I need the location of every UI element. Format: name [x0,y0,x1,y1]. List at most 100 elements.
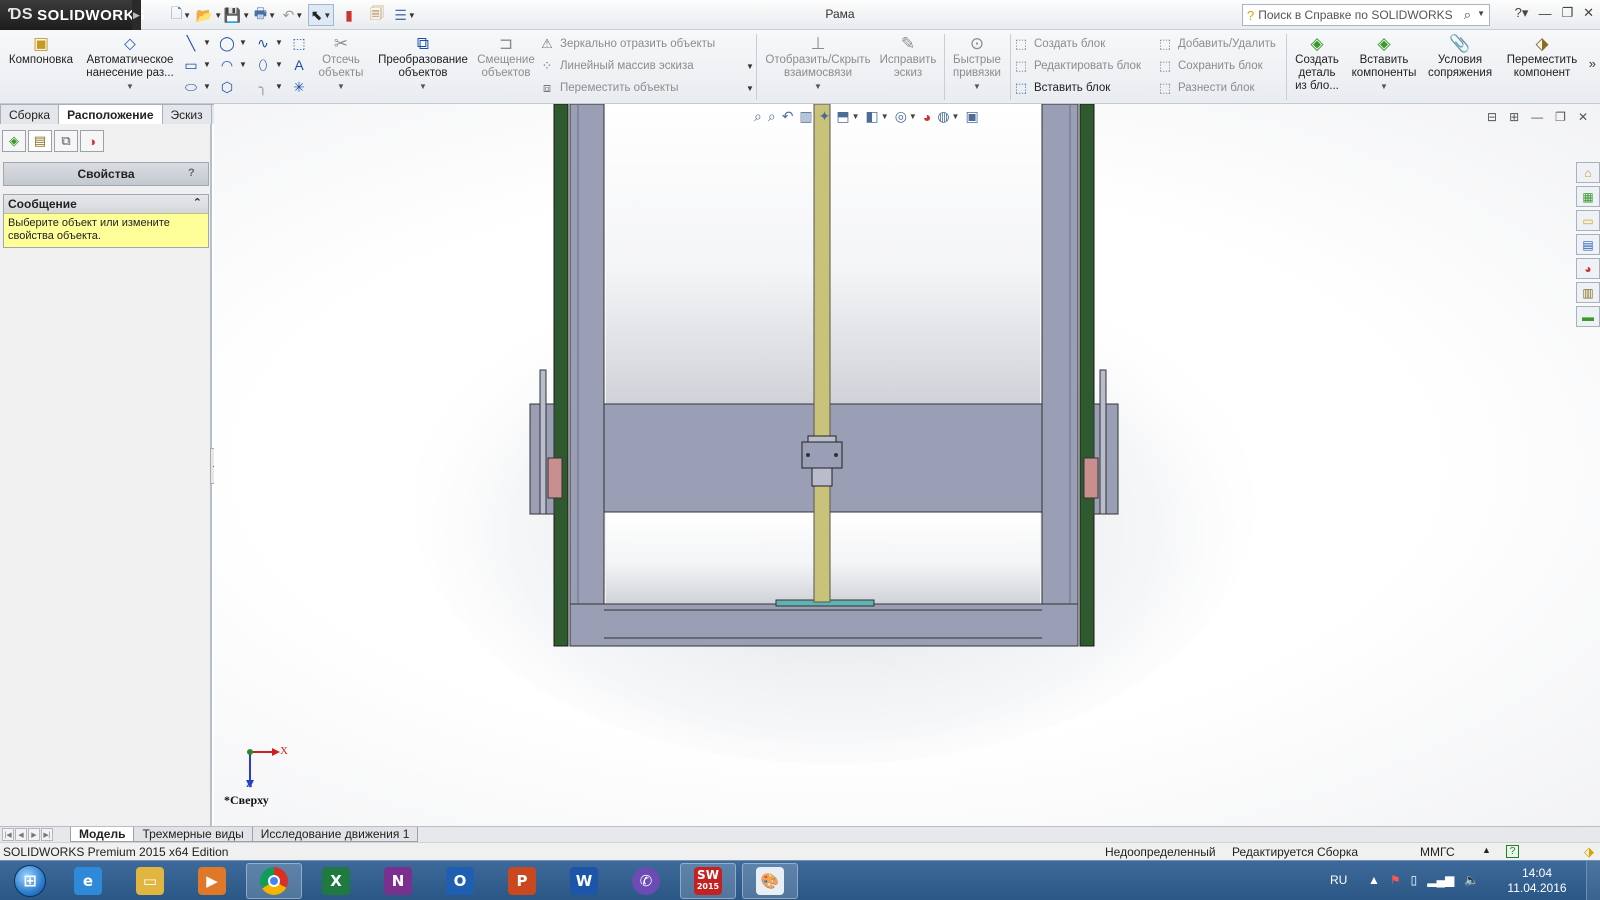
chevron-down-icon[interactable]: ▼ [275,82,283,91]
trim-entities-button[interactable]: ✂ Отсечь объекты ▼ [312,34,370,93]
rebuild-status-icon[interactable]: ⬗ [1584,844,1594,860]
next-tab-icon[interactable]: ▶ [28,828,40,841]
last-tab-icon[interactable]: ▶| [41,828,53,841]
model-tab-2[interactable]: Исследование движения 1 [251,827,419,842]
insert-block-button[interactable]: ⬚ Вставить блок [1012,78,1110,98]
chrome-taskbar-button[interactable] [246,863,302,899]
fillet-icon[interactable]: ╮ [254,78,272,96]
word-taskbar-button[interactable]: W [556,863,612,899]
model-tab-1[interactable]: Трехмерные виды [133,827,253,842]
layout-button[interactable]: ▣ Компоновка [6,34,76,67]
help-icon[interactable]: ? [188,167,202,181]
hide-show-icon[interactable]: ◎ [895,108,907,125]
add-remove-block-button[interactable]: ⬚ Добавить/Удалить [1156,34,1276,54]
zoom-to-fit-icon[interactable]: ⌕ [754,108,762,125]
help-icon[interactable]: ?▾ [1515,5,1529,21]
move-component-button[interactable]: ⬗ Переместить компонент [1500,34,1584,80]
tab-2[interactable]: Эскиз [161,104,212,124]
auto-dimension-button[interactable]: ⬦ Автоматическое нанесение раз... ▼ [82,34,178,93]
network-signal-icon[interactable]: ▂▄▆ [1427,873,1454,887]
ellipse-icon[interactable]: ⬯ [254,56,272,74]
display-relations-button[interactable]: ⊥ Отобразить/Скрыть взаимосвязи ▼ [762,34,874,93]
chevron-down-icon[interactable]: ▼ [746,84,754,93]
scene-icon[interactable]: ◍ [937,108,949,125]
chevron-down-icon[interactable]: ▼ [1477,9,1485,18]
open-button[interactable]: 📂 ▼ [196,4,222,26]
explorer-taskbar-button[interactable]: ▭ [122,863,178,899]
chevron-down-icon[interactable]: ▼ [881,112,889,121]
line-icon[interactable]: ╲ [182,34,200,52]
point-icon[interactable]: ✳ [290,78,308,96]
feature-manager-icon[interactable]: ◈ [2,130,26,152]
chevron-up-icon[interactable]: ▲ [1482,845,1491,855]
chevron-down-icon[interactable]: ▼ [203,60,211,69]
convert-box-icon[interactable]: ⬚ [290,34,308,52]
property-manager-icon[interactable]: ▤ [28,130,52,152]
repair-sketch-button[interactable]: ✎ Исправить эскиз [876,34,940,80]
solidworks-logo[interactable]: ƊS SOLIDWORKS [0,0,145,30]
appearances-icon[interactable]: ◕ [1576,258,1600,279]
battery-icon[interactable]: ▯ [1411,873,1418,887]
assembly-model[interactable] [214,104,1600,826]
appearance-icon[interactable]: ◕ [923,109,931,125]
chevron-down-icon[interactable]: ▼ [239,60,247,69]
volume-icon[interactable]: 🔈 [1464,873,1479,887]
print-button[interactable]: 🖶 ▼ [252,4,278,26]
file-properties-button[interactable]: 🗐 [364,4,390,26]
chevron-down-icon[interactable]: ▼ [239,38,247,47]
unit-system[interactable]: ММГС [1420,845,1455,859]
forum-icon[interactable]: ▬ [1576,306,1600,327]
tile-vertical-icon[interactable]: ⊞ [1509,110,1519,124]
file-explorer-icon[interactable]: ▭ [1576,210,1600,231]
previous-view-icon[interactable]: ↶ [782,108,794,125]
explode-block-button[interactable]: ⬚ Разнести блок [1156,78,1255,98]
collapse-icon[interactable]: ⌃ [193,196,202,209]
tab-0[interactable]: Сборка [0,104,60,124]
quick-snaps-button[interactable]: ⊙ Быстрые привязки ▼ [946,34,1008,93]
arc-icon[interactable]: ◠ [218,56,236,74]
save-button[interactable]: 💾 ▼ [224,4,250,26]
tile-horizontal-icon[interactable]: ⊟ [1487,110,1497,124]
display-manager-icon[interactable]: ◑ [80,130,104,152]
offset-entities-button[interactable]: ⊐ Смещение объектов [476,34,536,80]
minimize-icon[interactable]: — [1531,110,1543,124]
select-button[interactable]: ⬉ ▼ [308,4,334,26]
graphics-viewport[interactable]: ⌕ ⌕ ↶ ▥ ✦ ⬒ ▼ ◧ ▼ ◎ ▼ ◕ ◍ ▼ ▣ ⊟ ⊞ — ❐ ✕ … [214,104,1600,826]
chevron-down-icon[interactable]: ▼ [275,60,283,69]
display-style-icon[interactable]: ◧ [866,108,879,125]
chevron-down-icon[interactable]: ▼ [337,80,345,93]
prev-tab-icon[interactable]: ◀ [15,828,27,841]
show-hidden-icons-icon[interactable]: ▲ [1368,873,1380,887]
options-button[interactable]: ☰ ▼ [392,4,418,26]
configuration-manager-icon[interactable]: ⧉ [54,130,78,152]
excel-taskbar-button[interactable]: X [308,863,364,899]
right-bearing[interactable] [1083,457,1099,499]
chevron-down-icon[interactable]: ▼ [952,112,960,121]
rebuild-button[interactable]: ▮ [336,4,362,26]
powerpoint-taskbar-button[interactable]: P [494,863,550,899]
chevron-down-icon[interactable]: ▼ [275,38,283,47]
model-tab-0[interactable]: Модель [70,827,135,842]
search-icon[interactable]: ⌕ [1464,7,1471,23]
text-icon[interactable]: A [290,56,308,74]
chevron-down-icon[interactable]: ▼ [746,62,754,71]
make-block-button[interactable]: ⬚ Создать блок [1012,34,1105,54]
restore-icon[interactable]: ❐ [1555,110,1566,124]
menu-expand-icon[interactable]: ▶ [132,0,141,30]
language-indicator[interactable]: RU [1330,873,1347,887]
linear-pattern-button[interactable]: ⁘ Линейный массив эскиза [538,56,694,76]
mirror-entities-button[interactable]: ⚠ Зеркально отразить объекты [538,34,715,54]
start-button[interactable]: ⊞ [6,863,54,899]
first-tab-icon[interactable]: |◀ [2,828,14,841]
chevron-down-icon[interactable]: ▼ [852,112,860,121]
mate-button[interactable]: 📎 Условия сопряжения [1424,34,1496,80]
save-block-button[interactable]: ⬚ Сохранить блок [1156,56,1263,76]
custom-properties-icon[interactable]: ▥ [1576,282,1600,303]
section-view-icon[interactable]: ▥ [799,108,812,125]
polygon-icon[interactable]: ⬡ [218,78,236,96]
message-group-header[interactable]: Сообщение ⌃ [4,195,208,213]
clock[interactable]: 14:04 11.04.2016 [1502,866,1572,896]
insert-components-button[interactable]: ◈ Вставить компоненты ▼ [1348,34,1420,93]
view-settings-icon[interactable]: ▣ [965,108,978,125]
chevron-down-icon[interactable]: ▼ [909,112,917,121]
